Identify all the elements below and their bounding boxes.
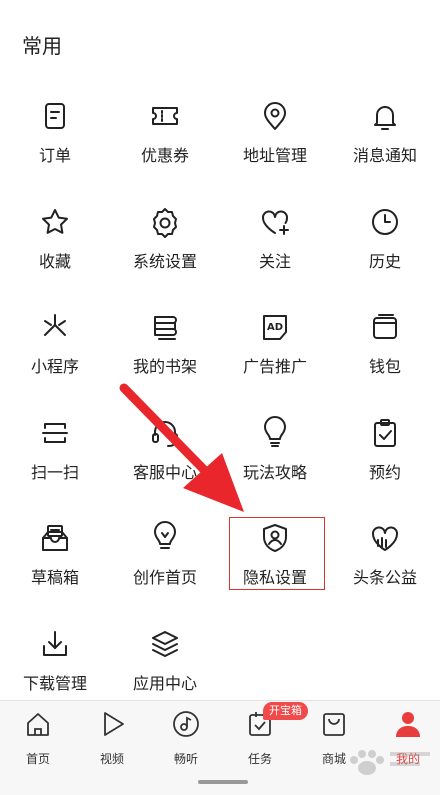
- feature-grid: 订单 优惠券 地址管理 消息通知收藏 系统设置 关注 历史小程序 我的书架 AD 广告推广 钱包扫一…: [0, 0, 440, 700]
- grid-item-label: 小程序: [30, 357, 79, 376]
- clipboard-check-icon: [367, 415, 403, 451]
- grid-item-label: 收藏: [38, 251, 71, 271]
- grid-item-label: 历史: [368, 251, 401, 271]
- lightbulb-icon: [257, 415, 293, 451]
- grid-item-label: 头条公益: [352, 568, 417, 587]
- privacy-highlight-box: [229, 517, 325, 590]
- bell-icon: [367, 98, 403, 134]
- tab-play[interactable]: 视频: [76, 707, 148, 769]
- grid-item-wallet[interactable]: 钱包: [330, 309, 440, 399]
- grid-item-gear[interactable]: 系统设置: [110, 204, 220, 294]
- grid-item-ad[interactable]: AD 广告推广: [220, 309, 330, 399]
- svg-text:AD: AD: [267, 322, 283, 333]
- grid-item-label: 钱包: [368, 357, 401, 376]
- grid-item-coupon[interactable]: 优惠券: [110, 98, 220, 188]
- grid-item-clipboard-check[interactable]: 预约: [330, 415, 440, 505]
- grid-item-label: 广告推广: [242, 357, 307, 376]
- grid-item-label: 草稿箱: [30, 568, 79, 587]
- grid-item-charity-heart[interactable]: 头条公益: [330, 520, 440, 610]
- home-icon: [23, 709, 53, 739]
- bookshelf-icon: [147, 309, 183, 345]
- grid-item-label: 玩法攻略: [242, 462, 307, 482]
- grid-item-label: 消息通知: [352, 146, 417, 165]
- heart-plus-icon: [257, 204, 293, 240]
- grid-item-label: 我的书架: [132, 357, 197, 376]
- grid-item-lightbulb[interactable]: 玩法攻略: [220, 415, 330, 505]
- download-icon: [37, 626, 73, 662]
- music-disc-icon: [171, 709, 201, 739]
- shopping-bag-icon: [319, 709, 349, 739]
- play-icon: [97, 709, 127, 739]
- grid-item-label: 订单: [38, 146, 71, 165]
- grid-item-label: 下载管理: [22, 673, 87, 693]
- gear-icon: [147, 204, 183, 240]
- tab-home[interactable]: 首页: [2, 707, 74, 769]
- grid-item-heart-plus[interactable]: 关注: [220, 204, 330, 294]
- wallet-icon: [367, 309, 403, 345]
- home-indicator: [198, 780, 248, 784]
- grid-item-location-pin[interactable]: 地址管理: [220, 98, 330, 188]
- order-icon: [37, 98, 73, 134]
- grid-item-star[interactable]: 收藏: [0, 204, 110, 294]
- clock-icon: [367, 204, 403, 240]
- grid-item-creation-bulb[interactable]: 创作首页: [110, 520, 220, 610]
- location-pin-icon: [257, 98, 293, 134]
- treasure-box-badge[interactable]: 开宝箱: [263, 702, 308, 720]
- grid-item-clock[interactable]: 历史: [330, 204, 440, 294]
- tab-label: 首页: [25, 752, 50, 766]
- draft-box-icon: [37, 520, 73, 556]
- tab-label: 视频: [99, 752, 124, 766]
- mini-program-icon: [37, 309, 73, 345]
- headset-icon: [147, 415, 183, 451]
- ad-icon: AD: [257, 309, 293, 345]
- watermark-icon: [350, 750, 430, 775]
- grid-item-label: 关注: [258, 251, 291, 271]
- grid-item-label: 预约: [368, 462, 401, 482]
- grid-item-label: 客服中心: [132, 462, 197, 482]
- scan-icon: [37, 415, 73, 451]
- grid-item-label: 优惠券: [140, 146, 189, 165]
- grid-item-label: 扫一扫: [30, 462, 79, 482]
- creation-bulb-icon: [147, 520, 183, 556]
- grid-item-mini-program[interactable]: 小程序: [0, 309, 110, 399]
- charity-heart-icon: [367, 520, 403, 556]
- user-icon: [393, 709, 423, 739]
- grid-item-bookshelf[interactable]: 我的书架: [110, 309, 220, 399]
- grid-item-order[interactable]: 订单: [0, 98, 110, 188]
- grid-item-label: 系统设置: [132, 251, 197, 271]
- tab-music-disc[interactable]: 畅听: [150, 707, 222, 769]
- tab-label: 畅听: [173, 752, 198, 766]
- grid-item-label: 应用中心: [132, 673, 197, 693]
- coupon-icon: [147, 98, 183, 134]
- grid-item-draft-box[interactable]: 草稿箱: [0, 520, 110, 610]
- tab-label: 任务: [247, 752, 272, 766]
- grid-item-label: 创作首页: [132, 568, 197, 587]
- layers-icon: [147, 626, 183, 662]
- grid-item-scan[interactable]: 扫一扫: [0, 415, 110, 505]
- grid-item-bell[interactable]: 消息通知: [330, 98, 440, 188]
- grid-item-headset[interactable]: 客服中心: [110, 415, 220, 505]
- star-icon: [37, 204, 73, 240]
- grid-item-label: 地址管理: [242, 146, 307, 165]
